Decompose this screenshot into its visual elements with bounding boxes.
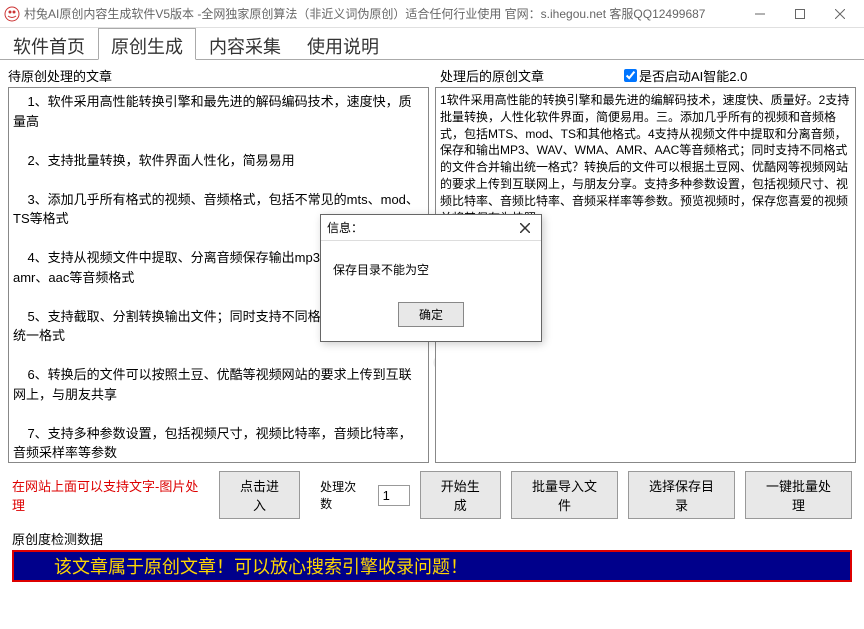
dialog-title: 信息： bbox=[327, 219, 515, 236]
window-title: 村兔AI原创内容生成软件V5版本 -全网独家原创算法（非近义词伪原创）适合任何行… bbox=[24, 5, 740, 22]
batch-button[interactable]: 一键批量处理 bbox=[745, 471, 852, 519]
tab-help[interactable]: 使用说明 bbox=[294, 28, 392, 60]
pending-label: 待原创处理的文章 bbox=[8, 66, 440, 85]
process-count-input[interactable] bbox=[378, 485, 410, 506]
window-controls bbox=[740, 0, 860, 28]
minimize-button[interactable] bbox=[740, 0, 780, 28]
status-text: 该文章属于原创文章！可以放心搜索引擎收录问题！ bbox=[54, 553, 468, 579]
maximize-button[interactable] bbox=[780, 0, 820, 28]
tab-home[interactable]: 软件首页 bbox=[0, 28, 98, 60]
tab-generate[interactable]: 原创生成 bbox=[98, 28, 196, 60]
tab-collect[interactable]: 内容采集 bbox=[196, 28, 294, 60]
window-titlebar: 村兔AI原创内容生成软件V5版本 -全网独家原创算法（非近义词伪原创）适合任何行… bbox=[0, 0, 864, 28]
dialog-close-button[interactable] bbox=[515, 218, 535, 238]
originality-label: 原创度检测数据 bbox=[12, 529, 852, 548]
main-tabs: 软件首页 原创生成 内容采集 使用说明 bbox=[0, 28, 864, 60]
ai-checkbox-label: 是否启动AI智能2.0 bbox=[639, 66, 747, 85]
app-icon bbox=[4, 6, 20, 22]
ai-checkbox[interactable] bbox=[624, 69, 637, 82]
processed-label: 处理后的原创文章 bbox=[440, 66, 544, 85]
save-dir-button[interactable]: 选择保存目录 bbox=[628, 471, 735, 519]
close-button[interactable] bbox=[820, 0, 860, 28]
web-support-label: 在网站上面可以支持文字-图片处理 bbox=[12, 476, 209, 514]
message-dialog: 信息： 保存目录不能为空 确定 bbox=[320, 214, 542, 342]
enter-button[interactable]: 点击进入 bbox=[219, 471, 300, 519]
import-button[interactable]: 批量导入文件 bbox=[511, 471, 618, 519]
process-count-label: 处理次数 bbox=[320, 478, 367, 512]
dialog-message: 保存目录不能为空 bbox=[333, 261, 529, 278]
dialog-ok-button[interactable]: 确定 bbox=[398, 302, 464, 327]
start-button[interactable]: 开始生成 bbox=[420, 471, 501, 519]
ai-checkbox-wrap[interactable]: 是否启动AI智能2.0 bbox=[624, 66, 747, 85]
status-bar: 该文章属于原创文章！可以放心搜索引擎收录问题！ bbox=[12, 550, 852, 582]
